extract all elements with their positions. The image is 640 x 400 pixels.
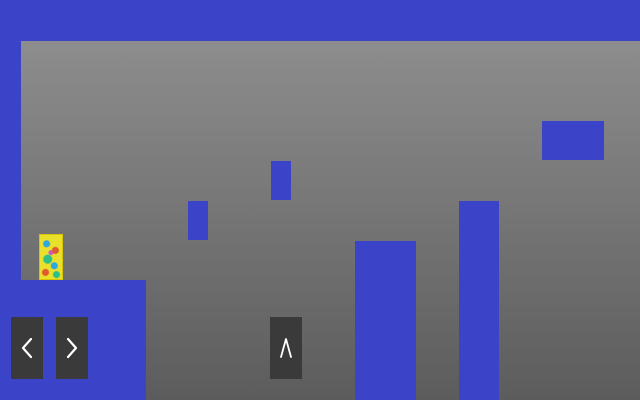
player-character (39, 234, 63, 280)
game-stage (0, 0, 640, 400)
move-left-button[interactable] (11, 317, 43, 379)
tall-pillar (355, 241, 416, 400)
caret-up-icon (279, 337, 293, 359)
tall-pillar (459, 201, 499, 400)
top-wall (0, 0, 640, 41)
small-floating-block (271, 161, 291, 200)
chevron-left-icon (20, 337, 34, 359)
small-floating-block (188, 201, 208, 240)
floating-platform (542, 121, 604, 160)
jump-button[interactable] (270, 317, 302, 379)
move-right-button[interactable] (56, 317, 88, 379)
chevron-right-icon (65, 337, 79, 359)
